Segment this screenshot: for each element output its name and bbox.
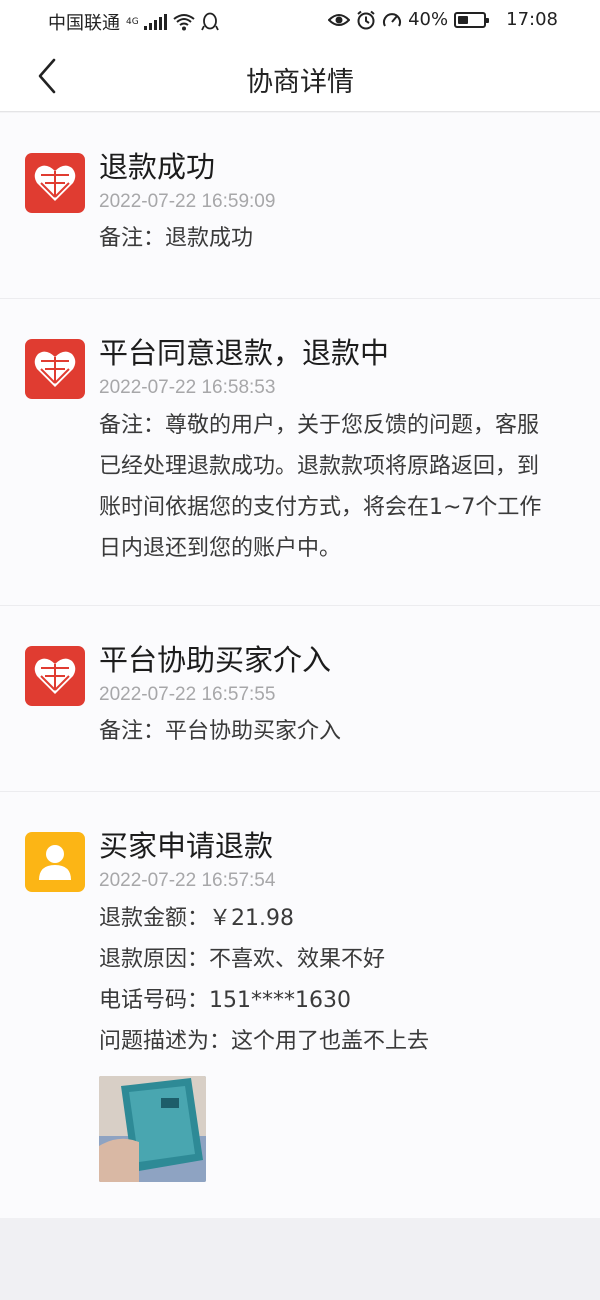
entry-time: 2022-07-22 16:57:55 xyxy=(99,684,276,705)
entry-time: 2022-07-22 16:58:53 xyxy=(99,377,276,398)
eye-icon xyxy=(328,13,351,26)
pinduoduo-logo xyxy=(25,339,85,399)
battery-fill xyxy=(458,15,469,24)
entry-title: 平台协助买家介入 xyxy=(99,643,332,677)
entry-content: 平台同意退款，退款中 2022-07-22 16:58:53 备注：尊敬的用户，… xyxy=(99,333,580,569)
heart-icon xyxy=(34,351,76,387)
refund-reason: 退款原因：不喜欢、效果不好 xyxy=(99,947,386,972)
signal-icon xyxy=(144,14,167,30)
phone-photo-image xyxy=(99,1076,206,1182)
issue-description: 问题描述为：这个用了也盖不上去 xyxy=(99,1029,430,1054)
list-item: 平台协助买家介入 2022-07-22 16:57:55 备注：平台协助买家介入 xyxy=(0,606,600,792)
alarm-icon xyxy=(357,10,375,29)
entry-note: 备注：平台协助买家介入 xyxy=(99,719,342,744)
note-line: 账时间依据您的支付方式，将会在1~7个工作 xyxy=(99,495,542,520)
note-line: 已经处理退款成功。退款款项将原路返回，到 xyxy=(99,454,540,479)
entry-time: 2022-07-22 16:57:54 xyxy=(99,870,276,891)
bottom-spacer xyxy=(0,1218,600,1300)
user-icon xyxy=(25,832,85,892)
carrier-label: 中国联通 xyxy=(48,13,120,34)
status-left: 中国联通 4G xyxy=(48,9,219,35)
list-item: 买家申请退款 2022-07-22 16:57:54 退款金额：￥21.98 退… xyxy=(0,792,600,1219)
note-line: 日内退还到您的账户中。 xyxy=(99,536,342,561)
entry-title: 退款成功 xyxy=(99,150,216,184)
entry-note: 备注：退款成功 xyxy=(99,226,254,251)
pinduoduo-logo xyxy=(25,646,85,706)
qq-icon xyxy=(201,12,219,31)
pinduoduo-logo xyxy=(25,153,85,213)
page-title: 协商详情 xyxy=(246,67,354,98)
phone-number: 电话号码：151****1630 xyxy=(99,988,351,1013)
speedometer-icon xyxy=(383,12,402,26)
entry-content: 买家申请退款 2022-07-22 16:57:54 退款金额：￥21.98 退… xyxy=(99,826,580,1182)
status-right: 40% 17:08 xyxy=(328,9,558,30)
negotiation-timeline: 退款成功 2022-07-22 16:59:09 备注：退款成功 平台同意退款，… xyxy=(0,113,600,1219)
person-icon xyxy=(39,845,71,880)
entry-content: 平台协助买家介入 2022-07-22 16:57:55 备注：平台协助买家介入 xyxy=(99,640,580,752)
heart-icon xyxy=(34,658,76,694)
status-bar: 中国联通 4G 40% 17:08 xyxy=(0,0,600,42)
battery-percent: 40% xyxy=(408,9,449,30)
clock: 17:08 xyxy=(506,9,558,30)
refund-amount: 退款金额：￥21.98 xyxy=(99,906,294,931)
entry-note: 备注：尊敬的用户，关于您反馈的问题，客服 已经处理退款成功。退款款项将原路返回，… xyxy=(99,405,580,569)
refund-details: 退款金额：￥21.98 退款原因：不喜欢、效果不好 电话号码：151****16… xyxy=(99,898,580,1062)
entry-title: 买家申请退款 xyxy=(99,829,274,863)
wifi-icon xyxy=(173,14,195,31)
entry-time: 2022-07-22 16:59:09 xyxy=(99,191,276,212)
list-item: 平台同意退款，退款中 2022-07-22 16:58:53 备注：尊敬的用户，… xyxy=(0,299,600,606)
photo-thumbnail[interactable] xyxy=(99,1076,206,1182)
list-item: 退款成功 2022-07-22 16:59:09 备注：退款成功 xyxy=(0,113,600,299)
entry-title: 平台同意退款，退款中 xyxy=(99,336,390,370)
network-type: 4G xyxy=(126,16,139,27)
note-line: 备注：尊敬的用户，关于您反馈的问题，客服 xyxy=(99,413,540,438)
entry-content: 退款成功 2022-07-22 16:59:09 备注：退款成功 xyxy=(99,147,580,259)
battery-icon xyxy=(454,11,490,28)
heart-icon xyxy=(34,165,76,201)
nav-bar: 协商详情 xyxy=(0,42,600,112)
